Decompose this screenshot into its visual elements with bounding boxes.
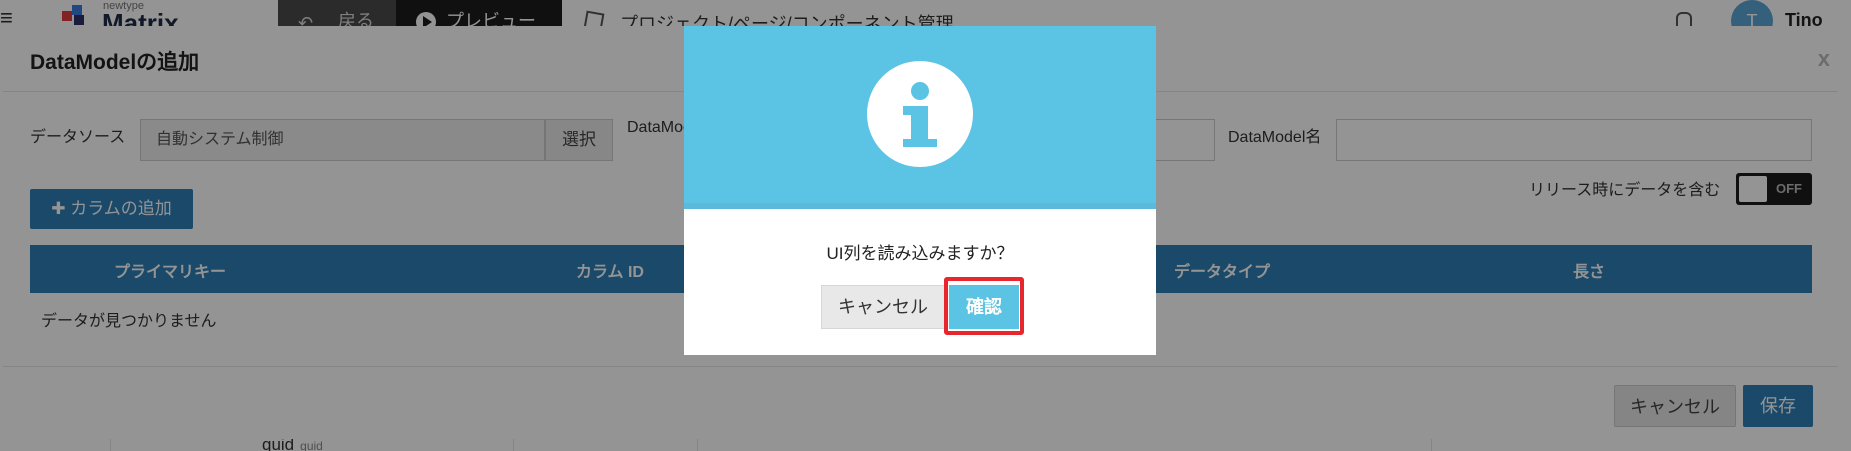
confirm-header-border — [684, 203, 1156, 209]
confirm-cancel-button[interactable]: キャンセル — [821, 285, 945, 329]
info-icon — [867, 61, 973, 167]
confirm-message: UI列を読み込みますか？ — [826, 244, 1014, 263]
highlight-box — [944, 277, 1024, 335]
confirm-header — [684, 26, 1156, 209]
confirm-dialog: UI列を読み込みますか？ キャンセル 確認 — [684, 26, 1156, 355]
